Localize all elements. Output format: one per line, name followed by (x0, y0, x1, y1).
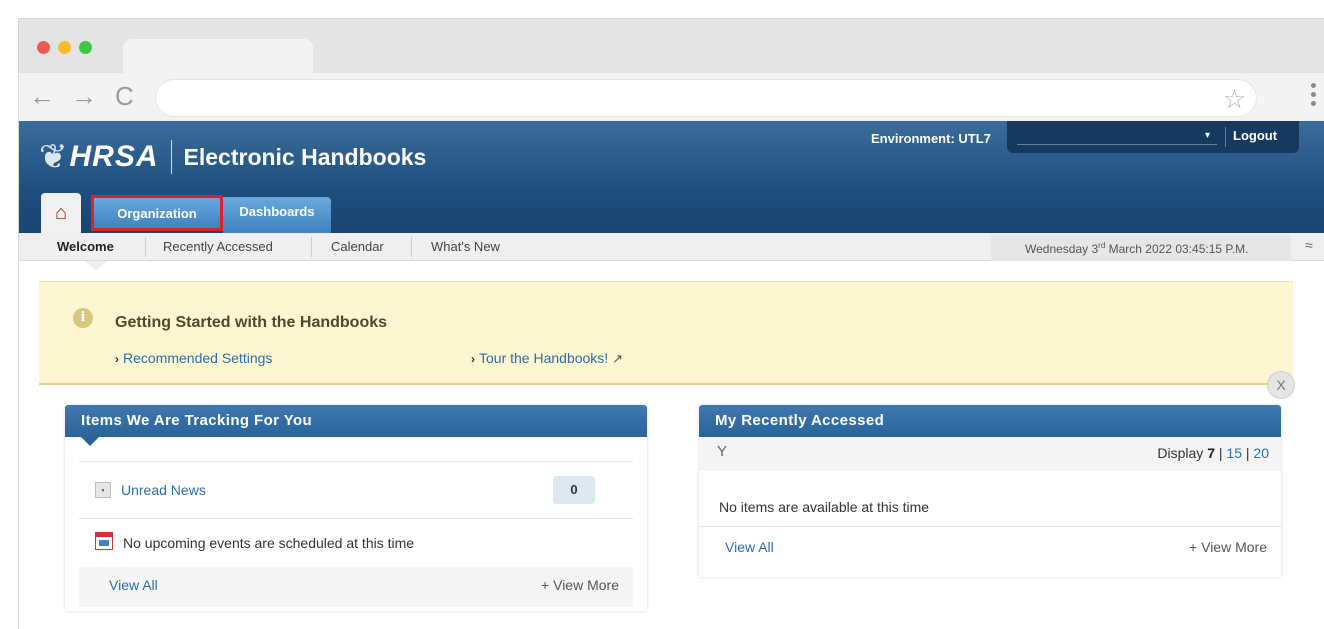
maximize-window-button[interactable] (79, 41, 92, 54)
logout-link[interactable]: Logout (1233, 128, 1277, 143)
close-window-button[interactable] (37, 41, 50, 54)
bookmark-star-icon[interactable]: ☆ (1223, 84, 1246, 115)
unread-news-link[interactable]: Unread News (121, 482, 206, 498)
logo-text: HRSA (69, 140, 159, 173)
minimize-window-button[interactable] (58, 41, 71, 54)
browser-menu-icon[interactable] (1311, 83, 1317, 110)
recent-view-all-link[interactable]: View All (725, 539, 774, 555)
display-separator: | (1245, 445, 1250, 461)
display-option-20[interactable]: 20 (1253, 445, 1269, 461)
tab-organization[interactable]: Organization (91, 195, 223, 231)
calendar-icon (95, 532, 113, 550)
collapse-icon[interactable]: ≈ (1305, 237, 1313, 253)
no-items-text: No items are available at this time (719, 499, 930, 515)
tracking-footer: View All + View More (79, 567, 633, 607)
banner-close-button[interactable]: X (1267, 371, 1295, 399)
user-divider (1225, 127, 1226, 147)
subnav-welcome[interactable]: Welcome (57, 239, 114, 254)
browser-toolbar: ← → C ☆ (19, 73, 1324, 121)
display-label: Display (1157, 445, 1204, 461)
display-option-15[interactable]: 15 (1226, 445, 1242, 461)
date-prefix: Wednesday 3 (1025, 242, 1099, 256)
date-suffix: March 2022 03:45:15 P.M. (1105, 242, 1249, 256)
browser-tab[interactable] (123, 39, 313, 73)
subnav-recently-accessed[interactable]: Recently Accessed (163, 239, 273, 254)
browser-tabbar (19, 19, 1324, 73)
home-icon: ⌂ (54, 202, 68, 224)
user-select[interactable] (1017, 129, 1217, 145)
recent-footer: View All + View More (699, 527, 1281, 573)
logo-divider (170, 140, 172, 174)
hrsa-logo[interactable]: ❦ HRSA Electronic Handbooks (39, 137, 426, 177)
caret-down-icon[interactable]: ▾ (1205, 130, 1210, 141)
app-header: ❦ HRSA Electronic Handbooks Environment:… (19, 121, 1324, 233)
reload-icon[interactable]: C (115, 81, 134, 111)
tracking-panel: Items We Are Tracking For You ▪ Unread N… (65, 405, 647, 611)
subnav-divider (411, 237, 412, 257)
subnav-divider (145, 237, 146, 257)
tracking-panel-title: Items We Are Tracking For You (65, 405, 647, 446)
getting-started-banner: i Getting Started with the Handbooks › Re… (39, 281, 1293, 385)
tour-handbooks-label: Tour the Handbooks! (479, 350, 609, 366)
user-box: ▾ Logout (1007, 121, 1299, 153)
environment-label: Environment: UTL7 (871, 131, 991, 146)
display-option-7[interactable]: 7 (1207, 445, 1215, 461)
subnav-divider (311, 237, 312, 257)
filter-icon[interactable]: Y (717, 443, 727, 460)
tab-dashboards[interactable]: Dashboards (223, 197, 331, 233)
external-link-icon: ↗ (612, 351, 623, 366)
forward-icon[interactable]: → (71, 81, 97, 111)
no-events-text: No upcoming events are scheduled at this… (123, 535, 415, 551)
tracking-title-text: Items We Are Tracking For You (81, 412, 313, 429)
unread-count-badge: 0 (553, 476, 595, 504)
active-pointer (85, 261, 107, 271)
display-count-selector: Display 7 | 15 | 20 (1157, 445, 1269, 461)
subnav-whats-new[interactable]: What's New (431, 239, 500, 254)
sub-navigation: Welcome Recently Accessed Calendar What'… (19, 233, 1324, 271)
tracking-view-more-link[interactable]: + View More (541, 577, 619, 593)
window-controls (37, 41, 92, 54)
recent-panel-title: My Recently Accessed (699, 405, 1281, 437)
display-separator: | (1218, 445, 1223, 461)
info-icon: i (73, 308, 93, 328)
tour-handbooks-link[interactable]: › Tour the Handbooks! ↗ (471, 350, 623, 367)
events-row: No upcoming events are scheduled at this… (79, 519, 633, 567)
browser-window: ← → C ☆ ❦ HRSA Electronic Handbooks Envi… (18, 18, 1324, 629)
current-datetime: Wednesday 3rd March 2022 03:45:15 P.M. (991, 235, 1291, 261)
unread-news-row: ▪ Unread News 0 (79, 461, 633, 519)
eagle-icon: ❦ (39, 138, 68, 176)
tracking-view-all-link[interactable]: View All (109, 577, 158, 593)
subnav-calendar[interactable]: Calendar (331, 239, 384, 254)
recommended-settings-label: Recommended Settings (123, 350, 273, 366)
address-bar[interactable]: ☆ (155, 79, 1257, 117)
back-icon[interactable]: ← (29, 81, 55, 111)
banner-title: Getting Started with the Handbooks (115, 314, 388, 331)
recent-empty-row: No items are available at this time (699, 471, 1281, 527)
recommended-settings-link[interactable]: › Recommended Settings (115, 350, 272, 366)
app-title: Electronic Handbooks (183, 143, 427, 170)
recent-filter-bar: Y Display 7 | 15 | 20 (699, 437, 1281, 471)
tab-home[interactable]: ⌂ (41, 193, 81, 233)
news-icon: ▪ (95, 482, 111, 498)
recent-title-text: My Recently Accessed (715, 412, 885, 429)
recent-view-more-link[interactable]: + View More (1189, 539, 1267, 555)
recently-accessed-panel: My Recently Accessed Y Display 7 | 15 | … (699, 405, 1281, 577)
